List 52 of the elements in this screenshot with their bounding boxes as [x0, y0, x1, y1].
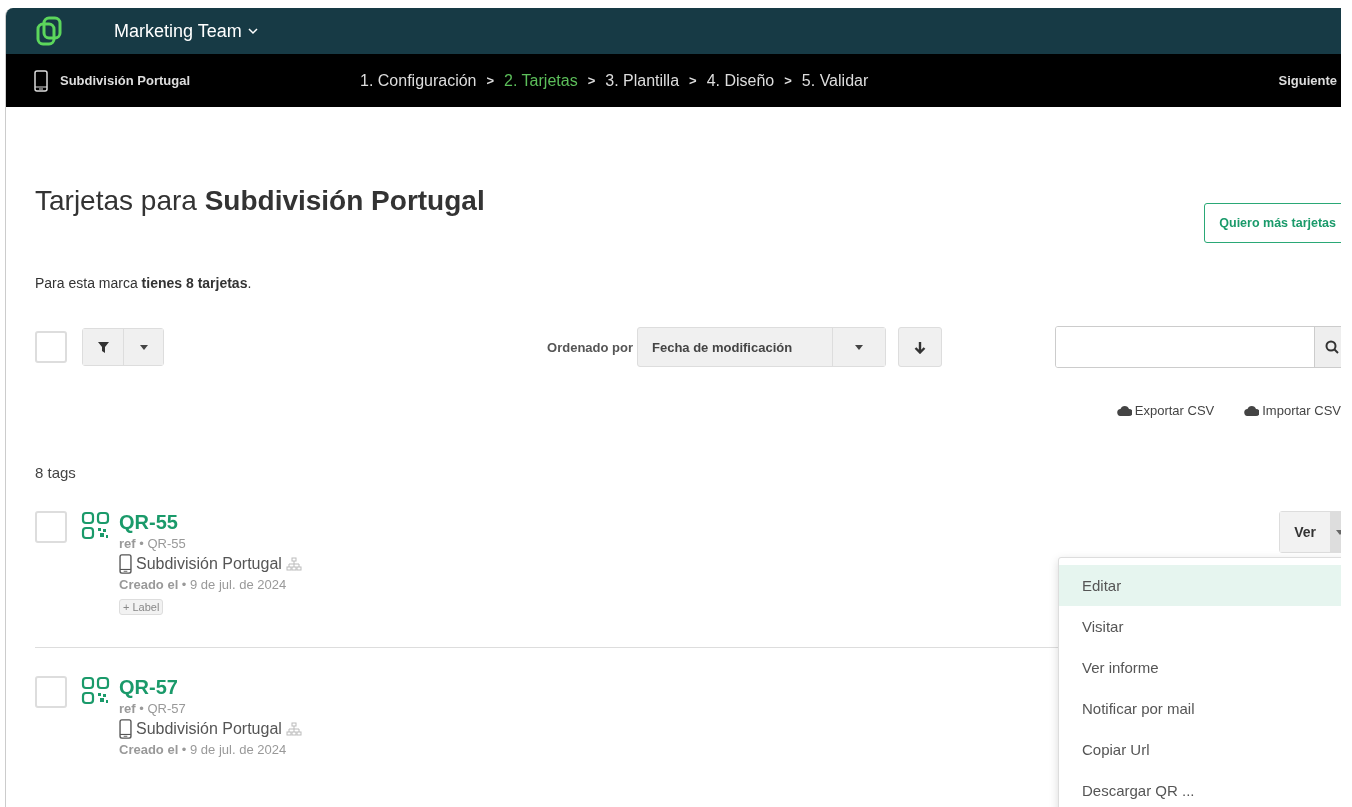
caret-icon — [1336, 529, 1341, 535]
card-checkbox[interactable] — [35, 511, 67, 543]
arrow-down-icon — [914, 340, 926, 354]
hierarchy-icon — [285, 722, 302, 736]
card-name[interactable]: QR-57 — [119, 676, 302, 698]
page-title: Tarjetas para Subdivisión Portugal — [35, 185, 485, 217]
card-created-date: Creado el • 9 de jul. de 2024 — [119, 742, 288, 757]
select-all-checkbox[interactable] — [35, 331, 67, 363]
card-checkbox[interactable] — [35, 676, 67, 708]
hierarchy-icon — [285, 557, 302, 571]
tag-count: 8 tags — [35, 464, 77, 481]
caret-icon — [855, 344, 863, 350]
brand-name: Subdivisión Portugal — [60, 73, 191, 88]
wizard-step[interactable]: 1. Configuración — [360, 71, 477, 90]
search-button[interactable] — [1314, 327, 1341, 367]
wizard-step[interactable]: 3. Plantilla — [605, 71, 680, 90]
step-separator: > — [784, 73, 792, 88]
team-selector[interactable]: Marketing Team — [114, 20, 258, 42]
more-cards-button[interactable]: Quiero más tarjetas — [1204, 203, 1341, 243]
sort-select[interactable]: Fecha de modificación — [637, 327, 886, 367]
filter-icon — [97, 341, 109, 353]
search-icon — [1325, 340, 1339, 354]
phone-icon — [119, 554, 132, 574]
next-link[interactable]: Siguiente — [1278, 73, 1337, 88]
wizard-step[interactable]: 2. Tarjetas — [504, 71, 578, 90]
caret-icon — [139, 344, 148, 350]
card-created-date: Creado el • 9 de jul. de 2024 — [119, 577, 288, 592]
view-button[interactable]: Ver — [1280, 512, 1330, 552]
step-separator: > — [486, 73, 495, 88]
export-csv-link[interactable]: Exportar CSV — [1116, 403, 1215, 418]
summary-text: Para esta marca tienes 8 tarjetas. — [35, 275, 253, 291]
import-csv-link[interactable]: Importar CSV — [1244, 403, 1341, 418]
card-brand: Subdivisión Portugal — [136, 720, 282, 738]
qr-code-icon — [81, 511, 111, 541]
card-brand: Subdivisión Portugal — [136, 555, 282, 573]
cloud-icon — [1116, 405, 1132, 416]
card-ref: ref • QR-57 — [119, 701, 187, 716]
card-ref: ref • QR-55 — [119, 536, 187, 551]
step-separator: > — [689, 73, 697, 88]
step-separator: > — [587, 73, 596, 88]
qr-code-icon — [81, 676, 111, 706]
wizard-step[interactable]: 5. Validar — [801, 71, 869, 90]
menu-item[interactable]: Editar — [1059, 565, 1341, 606]
cloud-icon — [1244, 405, 1260, 416]
chevron-down-icon — [247, 27, 258, 35]
logo-icon — [36, 16, 62, 46]
card-name[interactable]: QR-55 — [119, 511, 302, 533]
sort-direction-button[interactable] — [898, 327, 942, 367]
wizard-step[interactable]: 4. Diseño — [706, 71, 775, 90]
phone-icon — [119, 719, 132, 739]
phone-icon — [34, 69, 48, 92]
sort-label: Ordenado por — [547, 339, 633, 355]
